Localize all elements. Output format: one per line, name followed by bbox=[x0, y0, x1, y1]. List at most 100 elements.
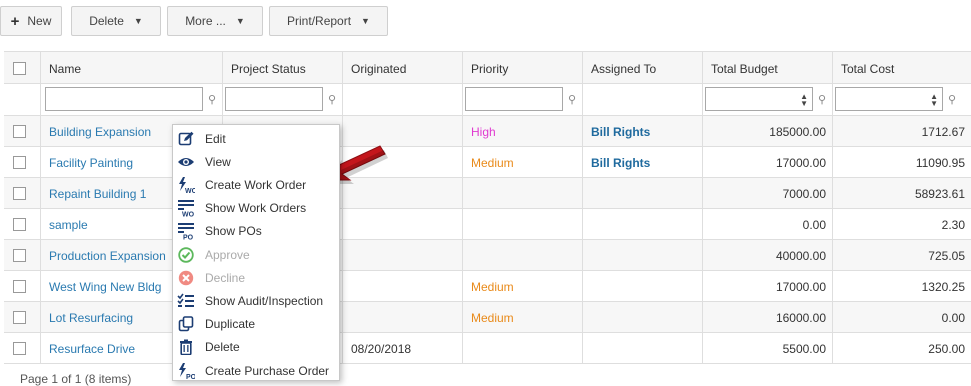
filter-cell-assigned bbox=[583, 84, 703, 116]
assigned-to-link[interactable]: Bill Rights bbox=[583, 116, 703, 147]
col-header-name[interactable]: Name bbox=[41, 52, 223, 85]
caret-down-icon: ▼ bbox=[361, 16, 370, 26]
filter-cell-status: ⚲ bbox=[223, 84, 343, 116]
col-header-total-cost[interactable]: Total Cost bbox=[833, 52, 971, 85]
assigned-to-link[interactable] bbox=[583, 240, 703, 271]
create-work-order-icon: WO bbox=[177, 176, 195, 194]
edit-icon bbox=[177, 130, 195, 148]
total-budget-cell: 0.00 bbox=[703, 209, 833, 240]
col-header-assigned-to[interactable]: Assigned To bbox=[583, 52, 703, 85]
row-checkbox[interactable] bbox=[13, 156, 26, 169]
total-cost-cell: 1712.67 bbox=[921, 124, 965, 139]
table-row[interactable]: Facility Painting Medium Bill Rights 170… bbox=[4, 147, 971, 178]
total-cost-cell: 2.30 bbox=[941, 217, 965, 232]
menu-item-label: Show POs bbox=[205, 224, 262, 239]
priority-cell bbox=[463, 333, 583, 364]
assigned-to-link[interactable]: Bill Rights bbox=[583, 147, 703, 178]
priority-cell: Medium bbox=[463, 147, 583, 178]
row-select-cell[interactable] bbox=[4, 209, 41, 240]
row-checkbox[interactable] bbox=[13, 218, 26, 231]
menu-item-label: Edit bbox=[205, 131, 226, 146]
delete-button[interactable]: Delete ▼ bbox=[71, 6, 161, 36]
originated-cell bbox=[343, 271, 463, 302]
col-header-originated[interactable]: Originated bbox=[343, 52, 463, 85]
col-header-total-budget[interactable]: Total Budget bbox=[703, 52, 833, 85]
row-checkbox[interactable] bbox=[13, 249, 26, 262]
total-budget-cell: 17000.00 bbox=[703, 147, 833, 178]
more-button[interactable]: More ... ▼ bbox=[167, 6, 263, 36]
assigned-to-link[interactable] bbox=[583, 333, 703, 364]
filter-pin-icon[interactable]: ⚲ bbox=[208, 93, 216, 107]
menu-item-label: Duplicate bbox=[205, 317, 256, 332]
row-select-cell[interactable] bbox=[4, 116, 41, 147]
assigned-to-link[interactable] bbox=[583, 271, 703, 302]
menu-item-label: Approve bbox=[205, 247, 250, 262]
trash-icon bbox=[177, 338, 195, 356]
name-filter-input[interactable] bbox=[45, 87, 203, 111]
table-row[interactable]: Building Expansion High Bill Rights 1850… bbox=[4, 116, 971, 147]
row-select-cell[interactable] bbox=[4, 271, 41, 302]
filter-pin-icon[interactable]: ⚲ bbox=[948, 93, 956, 107]
status-filter-input[interactable] bbox=[225, 87, 323, 111]
svg-text:PO: PO bbox=[186, 374, 195, 380]
row-select-cell[interactable] bbox=[4, 147, 41, 178]
row-select-cell[interactable] bbox=[4, 333, 41, 364]
menu-item-edit[interactable]: Edit bbox=[173, 127, 339, 150]
print-report-button-label: Print/Report bbox=[287, 14, 352, 28]
svg-text:PO: PO bbox=[183, 235, 194, 241]
total-cost-cell: 1320.25 bbox=[921, 279, 965, 294]
row-checkbox[interactable] bbox=[13, 342, 26, 355]
menu-item-view[interactable]: View bbox=[173, 150, 339, 173]
row-checkbox[interactable] bbox=[13, 187, 26, 200]
new-button[interactable]: + New bbox=[0, 6, 62, 36]
col-header-priority[interactable]: Priority bbox=[463, 52, 583, 85]
menu-item-create-work-order[interactable]: WO Create Work Order bbox=[173, 173, 339, 196]
row-checkbox[interactable] bbox=[13, 311, 26, 324]
row-checkbox[interactable] bbox=[13, 125, 26, 138]
table-row[interactable]: Repaint Building 1 7000.00 58923.61 bbox=[4, 178, 971, 209]
originated-cell bbox=[343, 240, 463, 271]
row-select-cell[interactable] bbox=[4, 302, 41, 333]
table-row[interactable]: sample 0.00 2.30 bbox=[4, 209, 971, 240]
filter-pin-icon[interactable]: ⚲ bbox=[568, 93, 576, 107]
filter-pin-icon[interactable]: ⚲ bbox=[328, 93, 336, 107]
row-select-cell[interactable] bbox=[4, 240, 41, 271]
col-header-project-status[interactable]: Project Status bbox=[223, 52, 343, 85]
originated-cell: 08/20/2018 bbox=[343, 333, 463, 364]
menu-item-approve: Approve bbox=[173, 243, 339, 266]
filter-pin-icon[interactable]: ⚲ bbox=[818, 93, 826, 107]
select-all-checkbox[interactable] bbox=[13, 62, 26, 75]
menu-item-duplicate[interactable]: Duplicate bbox=[173, 313, 339, 336]
menu-item-show-pos[interactable]: PO Show POs bbox=[173, 220, 339, 243]
priority-cell bbox=[463, 178, 583, 209]
menu-item-label: View bbox=[205, 154, 231, 169]
table-row[interactable]: Production Expansion 40000.00 725.05 bbox=[4, 240, 971, 271]
row-checkbox[interactable] bbox=[13, 280, 26, 293]
filter-cell-name: ⚲ bbox=[41, 84, 223, 116]
table-row[interactable]: West Wing New Bldg Medium 17000.00 1320.… bbox=[4, 271, 971, 302]
print-report-button[interactable]: Print/Report ▼ bbox=[269, 6, 388, 36]
total-cost-cell: 0.00 bbox=[941, 310, 965, 325]
spinner-icon[interactable]: ▲ ▼ bbox=[800, 93, 808, 108]
spinner-icon[interactable]: ▲ ▼ bbox=[930, 93, 938, 108]
menu-item-create-purchase-order[interactable]: PO Create Purchase Order bbox=[173, 359, 339, 382]
menu-item-decline: Decline bbox=[173, 266, 339, 289]
menu-item-label: Show Audit/Inspection bbox=[205, 293, 324, 308]
cost-filter-input[interactable]: ▲ ▼ bbox=[835, 87, 943, 111]
budget-filter-input[interactable]: ▲ ▼ bbox=[705, 87, 813, 111]
menu-item-show-work-orders[interactable]: WO Show Work Orders bbox=[173, 197, 339, 220]
menu-item-delete[interactable]: Delete bbox=[173, 336, 339, 359]
assigned-to-link[interactable] bbox=[583, 302, 703, 333]
filter-cell-priority: ⚲ bbox=[463, 84, 583, 116]
row-select-cell[interactable] bbox=[4, 178, 41, 209]
table-row[interactable]: Resurface Drive 08/20/2018 5500.00 250.0… bbox=[4, 333, 971, 364]
decline-x-icon bbox=[177, 269, 195, 287]
menu-item-show-audit-inspection[interactable]: Show Audit/Inspection bbox=[173, 289, 339, 312]
svg-text:WO: WO bbox=[182, 212, 195, 218]
header-select-all[interactable] bbox=[4, 52, 41, 85]
assigned-to-link[interactable] bbox=[583, 209, 703, 240]
table-row[interactable]: Lot Resurfacing Medium 16000.00 0.00 bbox=[4, 302, 971, 333]
originated-cell bbox=[343, 209, 463, 240]
assigned-to-link[interactable] bbox=[583, 178, 703, 209]
priority-filter-input[interactable] bbox=[465, 87, 563, 111]
